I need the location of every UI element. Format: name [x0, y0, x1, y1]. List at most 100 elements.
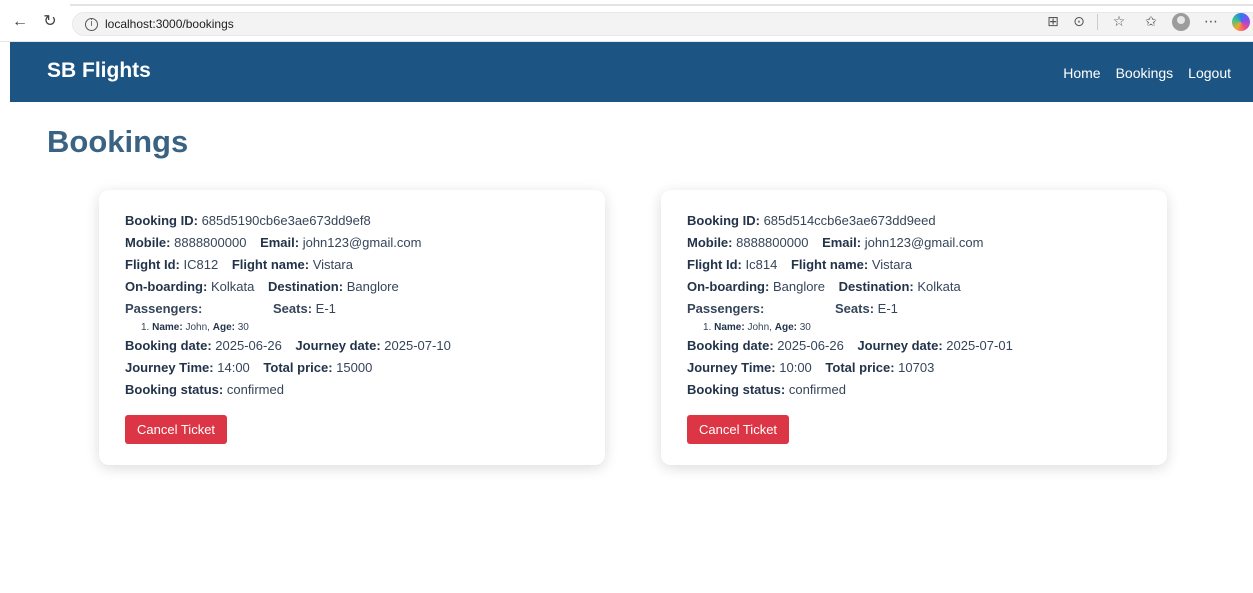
booking-date-value: 2025-06-26	[215, 338, 282, 353]
seats-label: Seats:	[273, 301, 313, 316]
flight-name-label: Flight name:	[231, 257, 310, 272]
flight-id-label: Flight Id:	[687, 257, 742, 272]
email-label: Email:	[260, 235, 300, 250]
passengers-label: Passengers:	[125, 301, 203, 316]
reader-icon[interactable]: ⊙	[1068, 11, 1090, 33]
email-value: john123@gmail.com	[864, 235, 984, 250]
total-price-label: Total price:	[825, 360, 895, 375]
flight-name-value: Vistara	[312, 257, 353, 272]
passenger-name-label: Name:	[152, 322, 183, 333]
nav-bookings-link[interactable]: Bookings	[1116, 65, 1174, 81]
booking-date-label: Booking date:	[687, 338, 774, 353]
dates-row: Booking date: 2025-06-26 Journey date: 2…	[687, 335, 1141, 357]
tab-strip	[70, 4, 1253, 6]
on-boarding-value: Banglore	[772, 279, 825, 294]
journey-date-label: Journey date:	[857, 338, 943, 353]
on-boarding-value: Kolkata	[210, 279, 255, 294]
seats-group: Seats: E-1	[835, 298, 898, 320]
passenger-name-label: Name:	[714, 322, 745, 333]
seats-group: Seats: E-1	[273, 298, 336, 320]
flight-name-label: Flight name:	[790, 257, 869, 272]
info-icon[interactable]: i	[85, 18, 98, 31]
navbar: SB Flights Home Bookings Logout	[10, 42, 1253, 102]
destination-value: Kolkata	[917, 279, 961, 294]
total-price-value: 10703	[898, 360, 935, 375]
passenger-name-value: John,	[747, 322, 772, 333]
journey-time-value: 10:00	[779, 360, 812, 375]
favorite-star-icon[interactable]: ☆	[1108, 11, 1130, 33]
flight-id-value: Ic814	[745, 257, 778, 272]
destination-label: Destination:	[267, 279, 344, 294]
url-text[interactable]: localhost:3000/bookings	[105, 17, 234, 31]
seats-value: E-1	[315, 301, 336, 316]
cancel-ticket-button[interactable]: Cancel Ticket	[125, 415, 228, 444]
refresh-icon[interactable]: ↻	[40, 12, 60, 32]
email-value: john123@gmail.com	[302, 235, 422, 250]
total-price-value: 15000	[336, 360, 373, 375]
passenger-index: 1.	[141, 322, 150, 333]
flight-id-label: Flight Id:	[125, 257, 180, 272]
nav-logout-link[interactable]: Logout	[1188, 65, 1231, 81]
nav-home-link[interactable]: Home	[1063, 65, 1100, 81]
booking-id-label: Booking ID:	[687, 213, 760, 228]
passenger-index: 1.	[703, 322, 712, 333]
back-icon[interactable]: ←	[10, 12, 30, 32]
cancel-ticket-button[interactable]: Cancel Ticket	[687, 415, 790, 444]
booking-id-row: Booking ID: 685d514ccb6e3ae673dd9eed	[687, 210, 1141, 232]
more-options-icon[interactable]: ⋯	[1200, 11, 1222, 33]
route-row: On-boarding: Kolkata Destination: Banglo…	[125, 276, 579, 298]
mobile-value: 8888800000	[174, 235, 247, 250]
passenger-name-value: John,	[185, 322, 210, 333]
contact-row: Mobile: 8888800000 Email: john123@gmail.…	[687, 232, 1141, 254]
booking-status-label: Booking status:	[125, 382, 224, 397]
passenger-age-label: Age:	[212, 322, 235, 333]
page-title: Bookings	[47, 124, 189, 159]
flight-row: Flight Id: Ic814 Flight name: Vistara	[687, 254, 1141, 276]
journey-time-label: Journey Time:	[125, 360, 214, 375]
booking-id-label: Booking ID:	[125, 213, 198, 228]
time-price-row: Journey Time: 14:00 Total price: 15000	[125, 357, 579, 379]
booking-date-label: Booking date:	[125, 338, 212, 353]
brand-logo[interactable]: SB Flights	[47, 59, 151, 83]
journey-date-value: 2025-07-01	[946, 338, 1013, 353]
flight-name-value: Vistara	[871, 257, 913, 272]
browser-toolbar: ← ↻ i localhost:3000/bookings ⊞ ⊙ ☆ ✩ ⋯	[0, 0, 1253, 42]
booking-status-value: confirmed	[788, 382, 846, 397]
booking-card: Booking ID: 685d5190cb6e3ae673dd9ef8 Mob…	[99, 190, 605, 465]
copilot-icon[interactable]	[1232, 13, 1250, 31]
mobile-value: 8888800000	[736, 235, 809, 250]
favorites-list-icon[interactable]: ✩	[1140, 11, 1162, 33]
flight-row: Flight Id: IC812 Flight name: Vistara	[125, 254, 579, 276]
passengers-row: Passengers: Seats: E-1	[125, 298, 579, 320]
time-price-row: Journey Time: 10:00 Total price: 10703	[687, 357, 1141, 379]
dates-row: Booking date: 2025-06-26 Journey date: 2…	[125, 335, 579, 357]
total-price-label: Total price:	[263, 360, 333, 375]
status-row: Booking status: confirmed	[125, 379, 579, 401]
destination-label: Destination:	[838, 279, 914, 294]
booking-date-value: 2025-06-26	[777, 338, 844, 353]
split-screen-icon[interactable]: ⊞	[1042, 11, 1064, 33]
mobile-label: Mobile:	[687, 235, 733, 250]
journey-time-label: Journey Time:	[687, 360, 776, 375]
toolbar-divider	[1097, 14, 1098, 30]
flight-id-value: IC812	[183, 257, 219, 272]
seats-label: Seats:	[835, 301, 875, 316]
on-boarding-label: On-boarding:	[125, 279, 208, 294]
status-row: Booking status: confirmed	[687, 379, 1141, 401]
profile-avatar-icon[interactable]	[1172, 13, 1190, 31]
booking-id-row: Booking ID: 685d5190cb6e3ae673dd9ef8	[125, 210, 579, 232]
journey-time-value: 14:00	[217, 360, 250, 375]
booking-status-label: Booking status:	[687, 382, 786, 397]
booking-status-value: confirmed	[226, 382, 284, 397]
journey-date-label: Journey date:	[295, 338, 381, 353]
passenger-age-label: Age:	[774, 322, 797, 333]
passenger-age-value: 30	[237, 322, 249, 333]
contact-row: Mobile: 8888800000 Email: john123@gmail.…	[125, 232, 579, 254]
booking-id-value: 685d5190cb6e3ae673dd9ef8	[201, 213, 371, 228]
passenger-age-value: 30	[799, 322, 811, 333]
on-boarding-label: On-boarding:	[687, 279, 770, 294]
passengers-row: Passengers: Seats: E-1	[687, 298, 1141, 320]
journey-date-value: 2025-07-10	[384, 338, 451, 353]
nav-links: Home Bookings Logout	[1063, 65, 1231, 81]
passengers-label: Passengers:	[687, 301, 765, 316]
